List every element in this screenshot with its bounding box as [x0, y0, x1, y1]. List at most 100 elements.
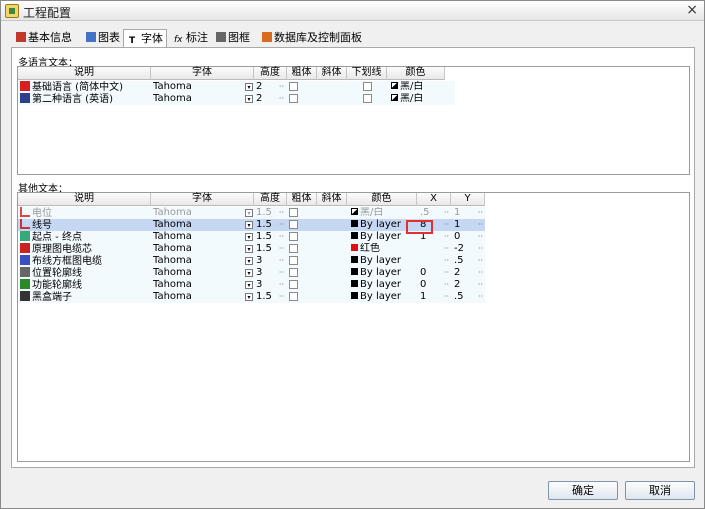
x-offset-field[interactable]: ··	[417, 243, 451, 255]
dropdown-arrow-icon[interactable]: ▾	[245, 257, 253, 265]
y-offset-field[interactable]: 0 ··	[451, 231, 485, 243]
ellipsis-button[interactable]: ··	[279, 243, 284, 255]
bold-checkbox-cell[interactable]	[287, 267, 317, 279]
dropdown-arrow-icon[interactable]: ▾	[245, 83, 253, 91]
ok-button[interactable]: 确定	[548, 481, 618, 500]
font-select[interactable]: Tahoma ▾	[151, 291, 254, 303]
checkbox[interactable]	[289, 220, 298, 229]
height-field[interactable]: 1.5 ··	[254, 291, 287, 303]
other-text-row[interactable]: 黑盒端子 Tahoma ▾ 1.5 ·· By layer 1 ·· .5 ··	[18, 291, 485, 303]
height-field[interactable]: 3 ··	[254, 279, 287, 291]
color-select[interactable]: 黑/白	[347, 207, 417, 219]
tab-frame[interactable]: 图框	[211, 29, 253, 47]
bold-checkbox-cell[interactable]	[287, 231, 317, 243]
height-field[interactable]: 3 ··	[254, 255, 287, 267]
italic-cell[interactable]	[317, 93, 347, 105]
dropdown-arrow-icon[interactable]: ▾	[245, 209, 253, 217]
x-offset-field[interactable]: ··	[417, 255, 451, 267]
x-offset-field[interactable]: .5 ··	[417, 207, 451, 219]
dropdown-arrow-icon[interactable]: ▾	[245, 281, 253, 289]
y-offset-field[interactable]: -2 ··	[451, 243, 485, 255]
checkbox[interactable]	[289, 232, 298, 241]
color-select[interactable]: By layer	[347, 279, 417, 291]
underline-checkbox-cell[interactable]	[347, 81, 387, 93]
italic-cell[interactable]	[317, 207, 347, 219]
ellipsis-button[interactable]: ··	[444, 207, 449, 219]
height-field[interactable]: 1.5 ··	[254, 219, 287, 231]
ellipsis-button[interactable]: ··	[444, 243, 449, 255]
y-offset-field[interactable]: 2 ··	[451, 267, 485, 279]
y-offset-field[interactable]: .5 ··	[451, 291, 485, 303]
ellipsis-button[interactable]: ··	[279, 255, 284, 267]
height-field[interactable]: 1.5 ··	[254, 231, 287, 243]
font-select[interactable]: Tahoma ▾	[151, 207, 254, 219]
italic-cell[interactable]	[317, 243, 347, 255]
ellipsis-button[interactable]: ··	[279, 219, 284, 231]
bold-checkbox-cell[interactable]	[287, 81, 317, 93]
ellipsis-button[interactable]: ··	[279, 93, 284, 105]
ellipsis-button[interactable]: ··	[279, 267, 284, 279]
underline-checkbox-cell[interactable]	[347, 93, 387, 105]
bold-checkbox-cell[interactable]	[287, 207, 317, 219]
multilang-row[interactable]: 第二种语言 (英语) Tahoma ▾ 2 ·· 黑/白	[18, 93, 455, 105]
color-select[interactable]: 红色	[347, 243, 417, 255]
italic-cell[interactable]	[317, 231, 347, 243]
checkbox[interactable]	[289, 292, 298, 301]
ellipsis-button[interactable]: ··	[444, 291, 449, 303]
other-text-row[interactable]: 功能轮廓线 Tahoma ▾ 3 ·· By layer 0 ·· 2 ··	[18, 279, 485, 291]
font-select[interactable]: Tahoma ▾	[151, 279, 254, 291]
ellipsis-button[interactable]: ··	[279, 291, 284, 303]
font-select[interactable]: Tahoma ▾	[151, 81, 254, 93]
other-text-row[interactable]: 位置轮廓线 Tahoma ▾ 3 ·· By layer 0 ·· 2 ··	[18, 267, 485, 279]
title-bar[interactable]: 工程配置 ×	[1, 1, 704, 21]
checkbox[interactable]	[289, 244, 298, 253]
bold-checkbox-cell[interactable]	[287, 279, 317, 291]
ellipsis-button[interactable]: ··	[444, 219, 449, 231]
checkbox[interactable]	[363, 94, 372, 103]
dropdown-arrow-icon[interactable]: ▾	[245, 293, 253, 301]
cancel-button[interactable]: 取消	[625, 481, 695, 500]
ellipsis-button[interactable]: ··	[444, 267, 449, 279]
font-select[interactable]: Tahoma ▾	[151, 243, 254, 255]
close-button[interactable]: ×	[686, 2, 698, 18]
ellipsis-button[interactable]: ··	[478, 243, 483, 255]
checkbox[interactable]	[289, 94, 298, 103]
ellipsis-button[interactable]: ··	[444, 231, 449, 243]
checkbox[interactable]	[289, 256, 298, 265]
ellipsis-button[interactable]: ··	[478, 291, 483, 303]
bold-checkbox-cell[interactable]	[287, 291, 317, 303]
multilang-row[interactable]: 基础语言 (简体中文) Tahoma ▾ 2 ·· 黑/白	[18, 81, 455, 93]
font-select[interactable]: Tahoma ▾	[151, 219, 254, 231]
y-offset-field[interactable]: 2 ··	[451, 279, 485, 291]
tab-database[interactable]: 数据库及控制面板	[257, 29, 365, 47]
ellipsis-button[interactable]: ··	[478, 207, 483, 219]
italic-cell[interactable]	[317, 267, 347, 279]
y-offset-field[interactable]: .5 ··	[451, 255, 485, 267]
checkbox[interactable]	[289, 82, 298, 91]
font-select[interactable]: Tahoma ▾	[151, 231, 254, 243]
height-field[interactable]: 3 ··	[254, 267, 287, 279]
height-field[interactable]: 1.5 ··	[254, 207, 287, 219]
ellipsis-button[interactable]: ··	[478, 255, 483, 267]
color-select[interactable]: By layer	[347, 255, 417, 267]
x-offset-field[interactable]: 0 ··	[417, 279, 451, 291]
ellipsis-button[interactable]: ··	[444, 279, 449, 291]
checkbox[interactable]	[289, 208, 298, 217]
dropdown-arrow-icon[interactable]: ▾	[245, 233, 253, 241]
ellipsis-button[interactable]: ··	[444, 255, 449, 267]
other-text-row[interactable]: 电位 Tahoma ▾ 1.5 ·· 黑/白 .5 ·· 1 ··	[18, 207, 485, 219]
color-select[interactable]: By layer	[347, 291, 417, 303]
bold-checkbox-cell[interactable]	[287, 243, 317, 255]
italic-cell[interactable]	[317, 255, 347, 267]
x-offset-field[interactable]: 1 ··	[417, 291, 451, 303]
ellipsis-button[interactable]: ··	[478, 231, 483, 243]
bold-checkbox-cell[interactable]	[287, 93, 317, 105]
other-text-row[interactable]: 原理图电缆芯 Tahoma ▾ 1.5 ·· 红色 ·· -2 ··	[18, 243, 485, 255]
height-field[interactable]: 2 ··	[254, 81, 287, 93]
ellipsis-button[interactable]: ··	[279, 231, 284, 243]
ellipsis-button[interactable]: ··	[478, 279, 483, 291]
ellipsis-button[interactable]: ··	[279, 207, 284, 219]
ellipsis-button[interactable]: ··	[279, 279, 284, 291]
checkbox[interactable]	[289, 268, 298, 277]
tab-fx[interactable]: fx 标注	[169, 29, 211, 47]
